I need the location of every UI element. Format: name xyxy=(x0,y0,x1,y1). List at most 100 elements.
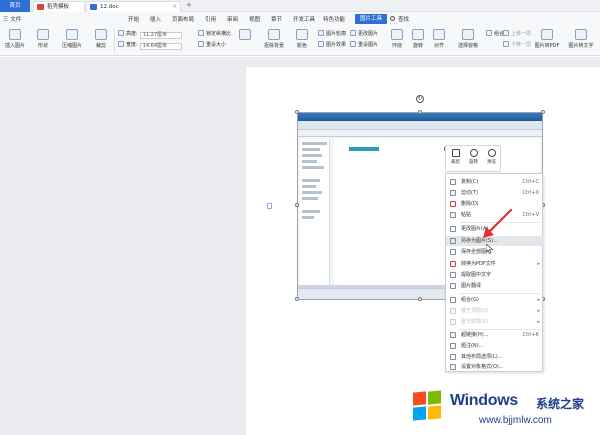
close-tab-icon[interactable]: × xyxy=(172,2,177,12)
selection-pane-icon xyxy=(462,29,474,40)
change-picture-button[interactable]: 更改图片 xyxy=(350,30,378,37)
menu-save-all-pictures[interactable]: 保存全部图片 xyxy=(446,247,544,257)
checkbox-label: 锁定纵横比 xyxy=(206,31,232,37)
crop-icon xyxy=(95,29,107,40)
lock-ratio-checkbox[interactable]: 锁定纵横比 xyxy=(198,30,231,37)
menu-chapter[interactable]: 章节 xyxy=(271,15,282,23)
reset-picture-button[interactable]: 重设图片 xyxy=(350,41,378,48)
group-button[interactable]: 组合 xyxy=(486,30,504,37)
tab-home[interactable]: 首页 xyxy=(0,0,30,12)
rotate-button[interactable]: 旋转 xyxy=(409,29,427,49)
button-label: 对齐 xyxy=(433,43,444,49)
width-control: 宽度: 14.64厘米 xyxy=(118,41,182,50)
word-doc-icon xyxy=(90,4,97,10)
remove-background-button[interactable]: 抠除背景 xyxy=(262,29,286,49)
menu-format-object[interactable]: 设置对象格式(O)... xyxy=(446,362,544,372)
menu-dev-tools[interactable]: 开发工具 xyxy=(293,15,315,23)
picture-to-pdf-button[interactable]: 图片转PDF xyxy=(532,29,562,49)
menu-search[interactable]: 查找 xyxy=(398,15,409,23)
selection-pane-button[interactable]: 选择窗格 xyxy=(455,29,481,49)
menu-label: 组合(G) xyxy=(461,297,479,303)
mini-crop-button[interactable]: 裁剪 xyxy=(447,149,464,165)
color-button[interactable]: 颜色 xyxy=(293,29,311,49)
height-label: 高度: xyxy=(126,31,138,37)
resize-handle[interactable] xyxy=(295,203,299,207)
submenu-arrow-icon: ▸ xyxy=(537,308,540,314)
resize-handle[interactable] xyxy=(541,110,545,114)
crop-icon xyxy=(451,149,460,157)
width-icon xyxy=(118,41,124,47)
adjust-button[interactable] xyxy=(237,29,253,42)
resize-handle[interactable] xyxy=(418,297,422,301)
menu-label: 设置对象格式(O)... xyxy=(461,364,504,370)
send-backward-button[interactable]: 下移一层 xyxy=(503,41,531,48)
menu-group[interactable]: 组合(G) ▸ xyxy=(446,295,544,305)
menu-special[interactable]: 特色功能 xyxy=(323,15,345,23)
mini-preview-button[interactable]: 预览 xyxy=(483,149,500,165)
button-label: 环绕 xyxy=(391,43,402,49)
menu-copy[interactable]: 复制(C) Ctrl+C xyxy=(446,177,544,187)
menu-reference[interactable]: 引用 xyxy=(205,15,216,23)
picture-to-text-button[interactable]: 图片转文字 xyxy=(565,29,597,49)
reset-size-icon xyxy=(198,41,204,47)
menu-picture-tools[interactable]: 图片工具 xyxy=(355,14,387,24)
reset-size-button[interactable]: 重设大小 xyxy=(198,41,226,48)
insert-picture-button[interactable]: 插入图片 xyxy=(3,29,27,49)
menu-caption[interactable]: 题注(N)... xyxy=(446,341,544,351)
button-label: 插入图片 xyxy=(4,43,25,49)
picture-effects-button[interactable]: 图片效果 xyxy=(318,41,346,48)
menu-translate-picture[interactable]: 图片翻译 xyxy=(446,281,544,291)
width-field[interactable]: 14.64厘米 xyxy=(139,43,182,50)
picture-titlebar xyxy=(298,113,542,121)
menu-convert-pdf[interactable]: 转换为PDF文件 ▸ xyxy=(446,259,544,269)
menu-bring-to-front[interactable]: 置于顶层(U) ▸ xyxy=(446,306,544,316)
wrap-button[interactable]: 环绕 xyxy=(388,29,406,49)
rotate-handle-icon[interactable]: ↻ xyxy=(416,95,424,103)
crop-button[interactable]: 裁剪 xyxy=(92,29,110,49)
menu-layout-options[interactable]: 其他布局选项(L)... xyxy=(446,352,544,362)
menu-insert[interactable]: 插入 xyxy=(150,15,161,23)
extract-text-icon xyxy=(450,272,456,278)
mini-rotate-button[interactable]: 旋转 xyxy=(465,149,482,165)
menu-extract-text[interactable]: 提取图中文字 xyxy=(446,270,544,280)
search-icon[interactable] xyxy=(390,16,395,21)
copy-icon xyxy=(450,179,456,185)
tab-docer[interactable]: 稻壳模板 xyxy=(33,1,85,12)
tab-document[interactable]: 12.doc × xyxy=(86,1,181,12)
menu-send-to-back[interactable]: 置于底层(K) ▸ xyxy=(446,317,544,327)
picture-toolbar xyxy=(298,121,542,130)
menu-label: 置于底层(K) xyxy=(461,319,489,325)
shape-button[interactable]: 形状 xyxy=(34,29,52,49)
align-icon xyxy=(433,29,445,40)
menu-label: 剪切(T) xyxy=(461,190,478,196)
button-label: 颜色 xyxy=(296,43,307,49)
button-label: 压缩图片 xyxy=(61,43,82,49)
menu-review[interactable]: 审阅 xyxy=(227,15,238,23)
button-label: 旋转 xyxy=(469,160,478,165)
menu-shortcut: Ctrl+K xyxy=(522,332,539,338)
menu-start[interactable]: 开始 xyxy=(128,15,139,23)
resize-handle[interactable] xyxy=(418,110,422,114)
resize-handle[interactable] xyxy=(295,110,299,114)
cut-icon xyxy=(450,190,456,196)
paragraph-marker-icon xyxy=(267,203,272,209)
button-label: 形状 xyxy=(37,43,48,49)
compress-icon xyxy=(66,29,78,40)
menu-page-layout[interactable]: 页面布局 xyxy=(172,15,194,23)
compress-picture-button[interactable]: 压缩图片 xyxy=(60,29,84,49)
submenu-arrow-icon: ▸ xyxy=(537,297,540,303)
height-field[interactable]: 11.27厘米 xyxy=(139,32,182,39)
menu-hyperlink[interactable]: 超链接(H)... Ctrl+K xyxy=(446,330,544,340)
menu-file[interactable]: 三 文件 xyxy=(3,15,21,23)
picture-outline-button[interactable]: 图片轮廓 xyxy=(318,30,346,37)
save-as-picture-icon xyxy=(450,238,456,244)
align-button[interactable]: 对齐 xyxy=(430,29,448,49)
new-tab-button[interactable]: + xyxy=(186,1,192,9)
remove-background-icon xyxy=(268,29,280,40)
bring-forward-button[interactable]: 上移一层 xyxy=(503,30,531,37)
menu-shortcut: Ctrl+X xyxy=(522,190,539,196)
menu-cut[interactable]: 剪切(T) Ctrl+X xyxy=(446,188,544,198)
resize-handle[interactable] xyxy=(295,297,299,301)
menu-view[interactable]: 视图 xyxy=(249,15,260,23)
width-label: 宽度: xyxy=(126,42,138,48)
